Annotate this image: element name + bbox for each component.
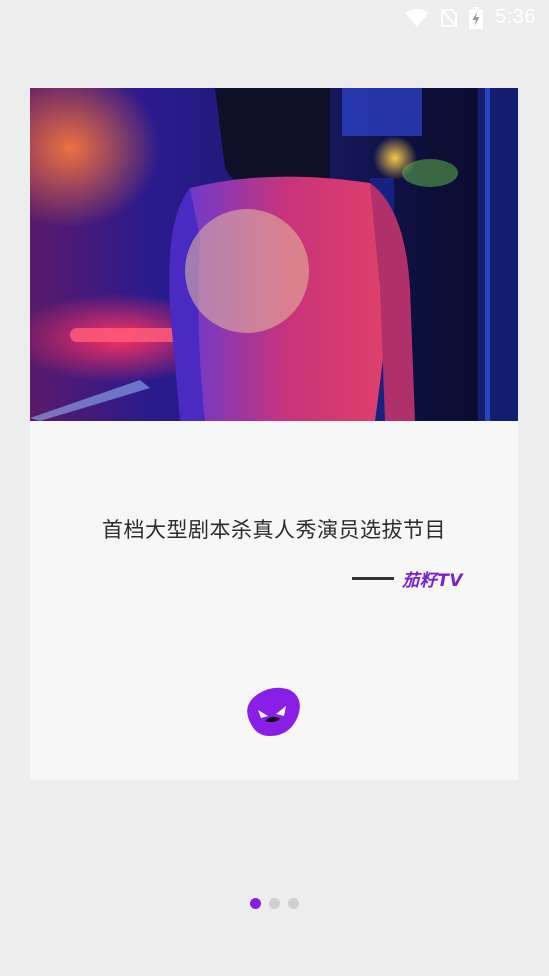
brand-signature: 茄籽TV — [352, 566, 463, 591]
headline-text: 首档大型剧本杀真人秀演员选拔节目 — [102, 518, 446, 542]
page-dot-2[interactable] — [269, 898, 280, 909]
page-indicator — [0, 898, 549, 909]
page-dot-1[interactable] — [250, 898, 261, 909]
wifi-icon — [405, 8, 429, 28]
status-bar: 5:36 — [0, 0, 549, 40]
brand-dash — [352, 577, 395, 580]
page-dot-3[interactable] — [288, 898, 299, 909]
onboarding-card: 首档大型剧本杀真人秀演员选拔节目 茄籽TV — [30, 88, 518, 780]
battery-charging-icon — [469, 6, 484, 29]
status-time: 5:36 — [495, 6, 536, 28]
status-icons: 5:36 — [405, 6, 536, 29]
brand-name: 茄籽TV — [402, 571, 463, 591]
onboarding-screen: 5:36 首档大型剧本杀真人秀演员选拔节目 茄籽TV — [0, 0, 549, 976]
no-sim-icon — [441, 7, 458, 28]
qiezi-face-logo-icon — [244, 686, 302, 738]
hero-image — [30, 88, 518, 421]
